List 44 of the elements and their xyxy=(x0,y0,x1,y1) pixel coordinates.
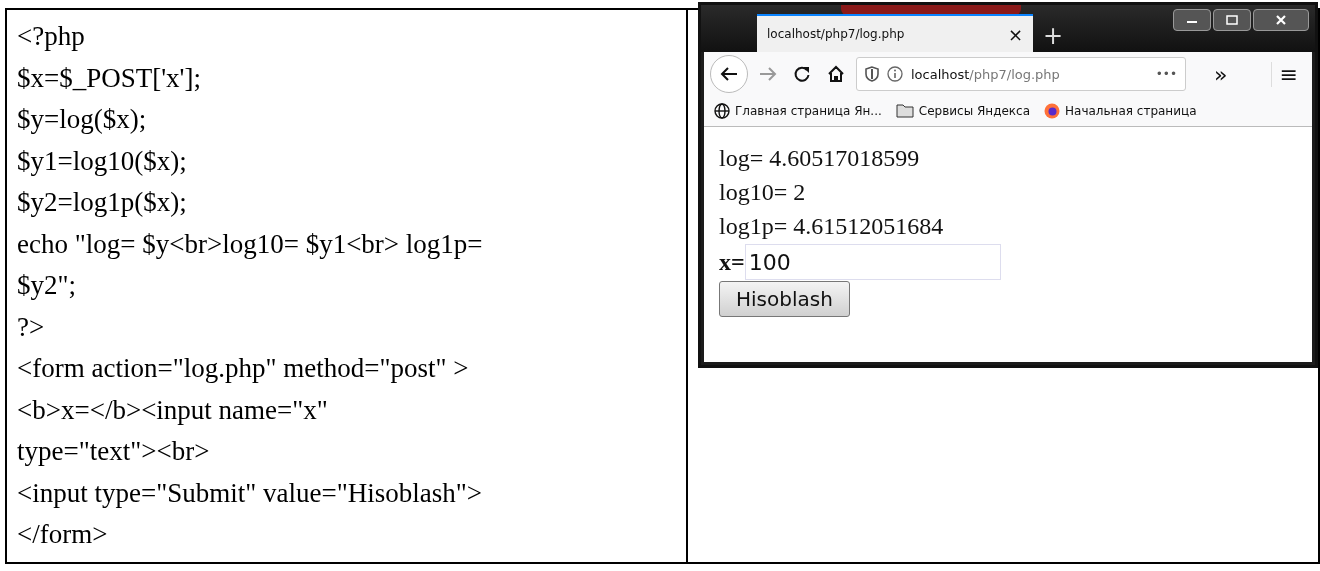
overflow-button[interactable]: » xyxy=(1206,61,1236,87)
bookmark-link[interactable]: Начальная страница xyxy=(1065,104,1197,118)
menu-button[interactable]: ≡ xyxy=(1270,61,1306,87)
code-line: $y=log($x); xyxy=(17,103,147,136)
code-line: $y2"; xyxy=(17,269,77,302)
bookmark-link[interactable]: Главная страница Ян... xyxy=(735,104,882,118)
home-icon xyxy=(827,65,845,83)
code-line: <input type="Submit" value="Hisoblash"> xyxy=(17,476,482,510)
code-line: <b>x=</b><input name="x" xyxy=(17,393,328,427)
code-line: echo "log= $y<br>log10= $y1<br> log1p= xyxy=(17,227,483,261)
close-icon xyxy=(1275,14,1287,26)
address-bar[interactable]: localhost/php7/log.php ••• xyxy=(856,57,1186,91)
output-line: log1p= 4.61512051684 xyxy=(719,212,944,241)
maximize-button[interactable] xyxy=(1213,9,1251,31)
tab-close-button[interactable]: × xyxy=(1007,23,1023,45)
code-line: <?php xyxy=(17,20,85,53)
submit-button[interactable]: Hisoblash xyxy=(719,281,850,317)
code-line: <form action="log.php" method="post" > xyxy=(17,352,469,385)
output-line: log= 4.60517018599 xyxy=(719,144,920,173)
page-actions-button[interactable]: ••• xyxy=(1155,67,1177,81)
firefox-logo-icon xyxy=(1044,103,1060,119)
code-line: $y2=log1p($x); xyxy=(17,186,187,219)
code-line: $x=$_POST['x']; xyxy=(17,61,201,95)
code-line: ?> xyxy=(17,310,45,344)
shield-icon xyxy=(865,66,879,82)
folder-icon xyxy=(895,104,914,118)
globe-icon xyxy=(714,103,730,119)
browser-tab[interactable]: localhost/php7/log.php × xyxy=(757,14,1033,52)
output-line: log10= 2 xyxy=(719,178,806,207)
new-tab-button[interactable]: + xyxy=(1043,24,1064,48)
info-icon xyxy=(887,66,903,82)
code-line: </form> xyxy=(17,518,108,551)
bookmark-link[interactable]: Сервисы Яндекса xyxy=(918,104,1030,118)
code-line: $y1=log10($x); xyxy=(17,144,187,178)
close-button[interactable] xyxy=(1253,9,1309,31)
field-label: x= xyxy=(719,248,745,276)
code-line: type="text"><br> xyxy=(17,435,210,468)
back-button[interactable] xyxy=(710,55,748,93)
maximize-icon xyxy=(1226,15,1238,25)
forward-arrow-icon xyxy=(759,66,777,82)
back-arrow-icon xyxy=(720,66,738,82)
reload-icon xyxy=(793,65,811,83)
minimize-button[interactable] xyxy=(1173,9,1211,31)
input-field[interactable]: 100 xyxy=(744,244,1001,280)
